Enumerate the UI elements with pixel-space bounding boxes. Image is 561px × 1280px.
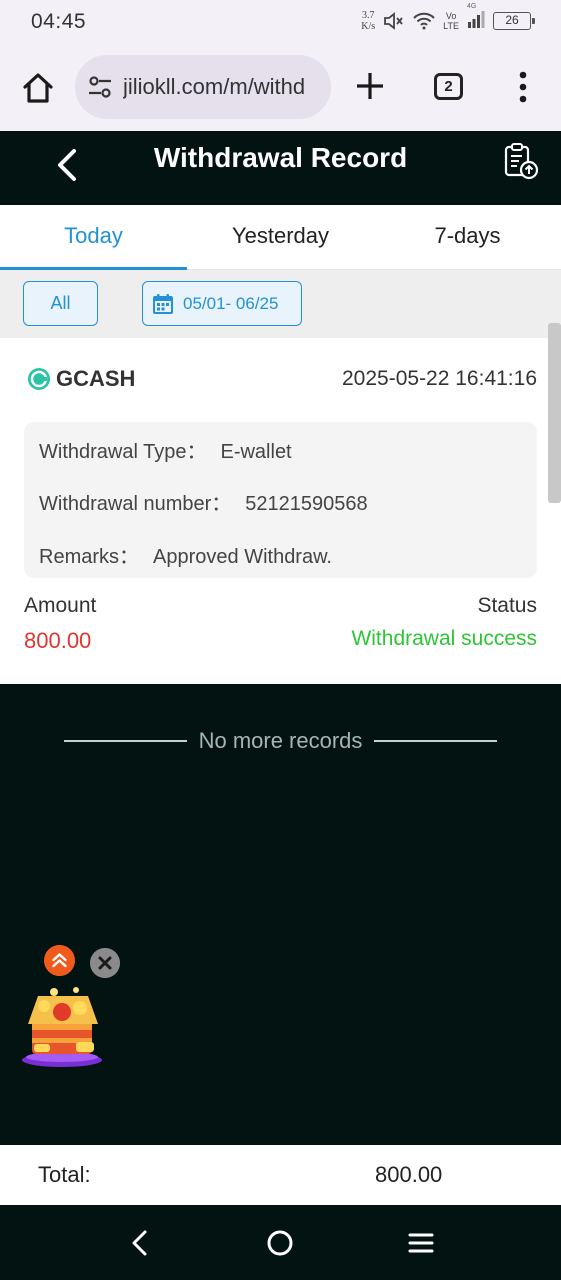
record-datetime: 2025-05-22 16:41:16: [342, 367, 537, 390]
status-time: 04:45: [31, 10, 87, 33]
status-value: Withdrawal success: [351, 627, 537, 650]
url-bar[interactable]: jiliokll.com/m/withd: [75, 55, 331, 119]
url-text: jiliokll.com/m/withd: [123, 74, 306, 99]
nav-home-icon[interactable]: [264, 1227, 296, 1259]
tab-yesterday[interactable]: Yesterday: [187, 205, 374, 269]
treasure-chest-icon[interactable]: [18, 984, 108, 1070]
remarks-label: Remarks：: [39, 546, 140, 568]
tab-switcher-button[interactable]: 2: [434, 73, 463, 100]
nav-menu-icon[interactable]: [405, 1227, 437, 1259]
amount-value: 800.00: [24, 628, 92, 653]
withdrawal-number-value: 52121590568: [245, 493, 368, 515]
payment-method: GCASH: [27, 366, 135, 392]
status-bar: 04:45 3.7 K/s Vo LTE 4G 26: [0, 0, 561, 42]
date-range-label: 05/01- 06/25: [183, 293, 279, 313]
record-details: Withdrawal Type： E-wallet Withdrawal numb…: [24, 422, 537, 578]
home-icon[interactable]: [18, 68, 58, 108]
tab-7-days[interactable]: 7-days: [374, 205, 561, 269]
status-icons: 3.7 K/s Vo LTE 4G 26: [361, 3, 535, 34]
withdrawal-type-label: Withdrawal Type：: [39, 441, 207, 463]
scrollbar-thumb[interactable]: [548, 323, 561, 503]
filter-bar: All 05/01- 06/25: [0, 270, 561, 338]
withdrawal-type-row: Withdrawal Type： E-wallet: [39, 435, 292, 464]
payment-method-name: GCASH: [56, 366, 136, 391]
amount-label: Amount: [24, 594, 97, 617]
withdrawal-record[interactable]: GCASH 2025-05-22 16:41:16 Withdrawal Typ…: [0, 338, 561, 684]
browser-toolbar: jiliokll.com/m/withd 2: [0, 42, 561, 131]
more-vert-icon[interactable]: [510, 70, 536, 104]
gcash-logo-icon: [28, 368, 50, 390]
close-icon[interactable]: [90, 948, 120, 978]
status-label: Status: [477, 594, 537, 617]
withdrawal-type-value: E-wallet: [220, 441, 292, 463]
signal-icon: [468, 10, 485, 28]
signal-indicator: 4G: [467, 3, 485, 34]
double-chevron-up-icon[interactable]: [44, 945, 75, 976]
system-nav-bar: [0, 1205, 561, 1280]
remarks-value: Approved Withdraw.: [153, 546, 332, 568]
end-of-list: No more records: [64, 726, 497, 756]
battery-indicator: 26: [493, 12, 535, 30]
nav-back-icon[interactable]: [124, 1227, 156, 1259]
volte-indicator: Vo LTE: [443, 11, 459, 31]
total-label: Total:: [38, 1162, 91, 1187]
no-more-records-text: No more records: [198, 728, 363, 753]
tab-today[interactable]: Today: [0, 205, 187, 270]
plus-icon[interactable]: [354, 70, 386, 102]
total-value: 800.00: [375, 1162, 443, 1187]
divider-left: [64, 740, 187, 742]
withdrawal-number-row: Withdrawal number： 52121590568: [39, 487, 368, 516]
calendar-icon: [153, 293, 173, 314]
app-header: Withdrawal Record: [0, 131, 561, 205]
all-filter-button[interactable]: All: [23, 281, 98, 326]
withdrawal-number-label: Withdrawal number：: [39, 493, 232, 515]
mute-icon: [384, 12, 403, 30]
network-speed: 3.7 K/s: [361, 10, 376, 32]
divider-right: [374, 740, 497, 742]
total-bar: Total: 800.00: [0, 1145, 561, 1205]
date-range-button[interactable]: 05/01- 06/25: [142, 281, 302, 326]
clipboard-upload-icon[interactable]: [500, 141, 540, 181]
page-title: Withdrawal Record: [153, 142, 408, 173]
remarks-row: Remarks： Approved Withdraw.: [39, 540, 332, 569]
tune-icon[interactable]: [87, 74, 113, 100]
wifi-icon: [413, 12, 435, 30]
period-tabs: Today Yesterday 7-days: [0, 205, 561, 270]
